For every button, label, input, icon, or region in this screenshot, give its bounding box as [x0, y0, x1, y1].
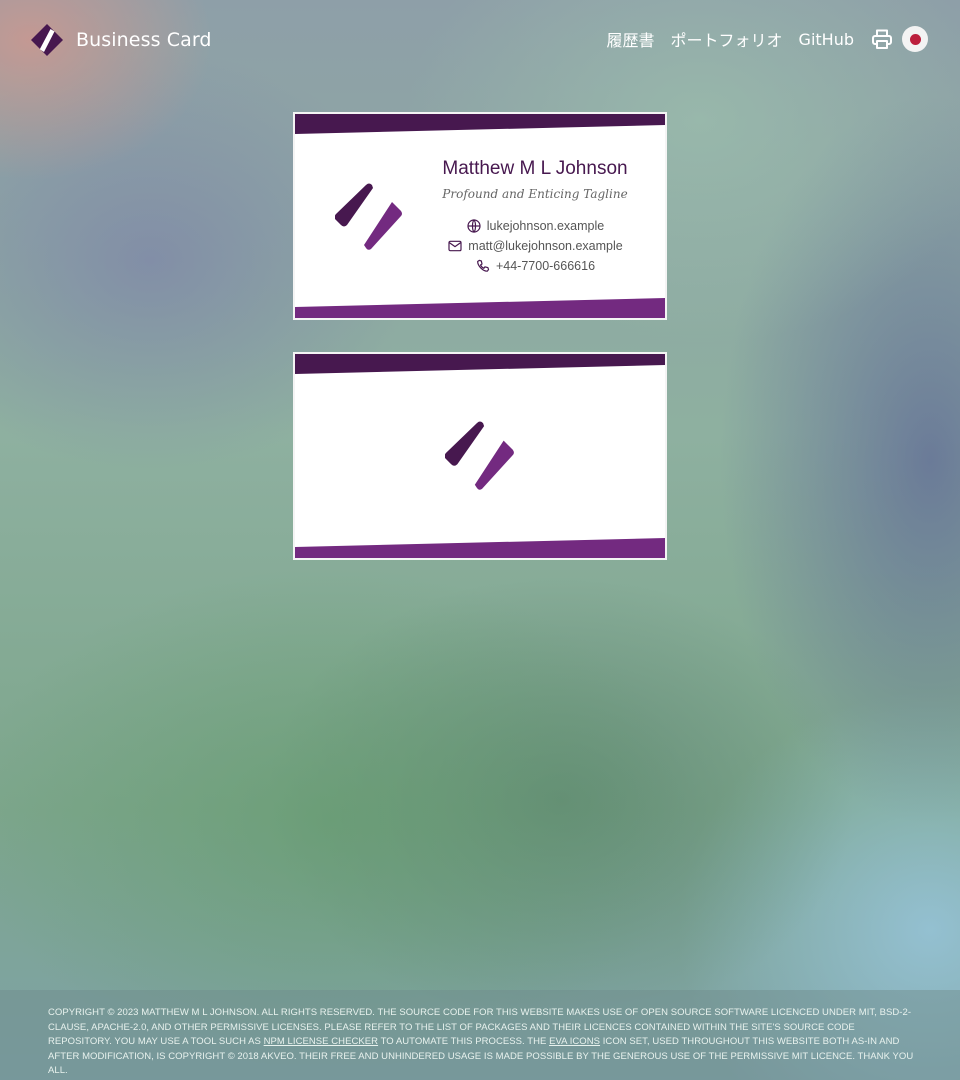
contact-phone-text: +44-7700-666616	[495, 259, 596, 273]
copyright-notice: Copyright © 2023 Matthew M L Johnson. Al…	[48, 1006, 914, 1079]
contact-website-text: lukejohnson.example	[486, 219, 605, 233]
card-back-logo-icon	[445, 421, 514, 490]
brand-title: Business Card	[76, 29, 212, 51]
language-switch-button[interactable]	[902, 26, 928, 52]
brand-home-link[interactable]: Business Card	[31, 24, 212, 56]
eva-icons-link[interactable]: Eva Icons	[549, 1036, 600, 1047]
npm-license-checker-link[interactable]: npm license checker	[264, 1036, 378, 1047]
footer-text-part-2: to automate this process. The	[378, 1036, 550, 1048]
email-icon	[448, 240, 462, 252]
main-nav: 履歴書 ポートフォリオ GitHub	[591, 26, 928, 52]
business-card-back	[293, 352, 667, 560]
nav-link-resume[interactable]: 履歴書	[607, 27, 655, 51]
contact-website[interactable]: lukejohnson.example	[425, 216, 645, 236]
nav-link-portfolio[interactable]: ポートフォリオ	[671, 27, 783, 51]
site-footer: Copyright © 2023 Matthew M L Johnson. Al…	[0, 990, 960, 1080]
globe-icon	[467, 219, 481, 233]
site-header: Business Card 履歴書 ポートフォリオ GitHub	[0, 0, 960, 80]
contact-phone[interactable]: +44-7700-666616	[425, 256, 645, 276]
phone-icon	[477, 259, 490, 272]
card-name: Matthew M L Johnson	[442, 158, 628, 179]
card-tagline: Profound and Enticing Tagline	[442, 187, 628, 201]
print-button[interactable]	[870, 27, 894, 51]
contact-email-text: matt@lukejohnson.example	[468, 239, 623, 253]
nav-link-github[interactable]: GitHub	[799, 30, 854, 49]
contact-email[interactable]: matt@lukejohnson.example	[425, 236, 645, 256]
card-logo-icon	[335, 183, 402, 250]
printer-icon	[872, 29, 892, 49]
contact-list: lukejohnson.example matt@lukejohnson.exa…	[425, 216, 645, 276]
card-contact-info: Matthew M L Johnson Profound and Enticin…	[425, 158, 645, 276]
brand-logo-icon	[31, 24, 63, 56]
japan-flag-icon	[909, 33, 921, 45]
business-card-front: Matthew M L Johnson Profound and Enticin…	[293, 112, 667, 320]
